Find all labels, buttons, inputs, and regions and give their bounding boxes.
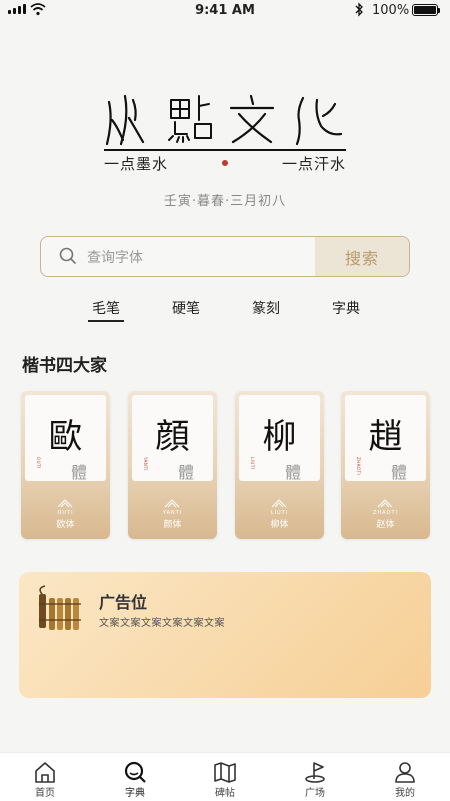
card-zhao[interactable]: 趙 ZHAOTI 體 ZHAOTI 赵体: [341, 391, 430, 539]
card-side-label: OUTI: [36, 457, 41, 469]
card-char: 柳: [262, 417, 297, 457]
bamboo-scroll-icon: [39, 585, 81, 630]
section-title: 楷书四大家: [22, 356, 107, 376]
ad-title: 广告位: [99, 593, 148, 612]
mountain-icon: [57, 499, 73, 508]
card-char: 顔: [155, 417, 190, 457]
search-icon: [59, 247, 77, 265]
status-bar: 9:41 AM 100%: [0, 0, 450, 22]
search-input[interactable]: [85, 237, 309, 276]
tab-brush[interactable]: 毛笔: [66, 296, 146, 324]
card-ti: 體: [178, 463, 195, 482]
card-paper: 歐 OUTI 體: [25, 395, 106, 482]
slogan-dot: [222, 160, 228, 166]
tab-seal[interactable]: 篆刻: [226, 296, 306, 324]
logo-underline: [104, 149, 346, 151]
search-bar: 搜索: [40, 236, 410, 277]
card-pinyin: YANTI: [162, 510, 183, 516]
card-side-label: YANTI: [143, 457, 148, 471]
flag-icon: [305, 762, 325, 783]
nav-label: 字典: [125, 788, 145, 799]
card-name: 柳体: [270, 520, 289, 530]
card-paper: 趙 ZHAOTI 體: [345, 395, 426, 482]
ad-text: 文案文案文案文案文案文案: [99, 618, 225, 629]
nav-label: 首页: [35, 788, 55, 799]
bluetooth-icon: [355, 2, 363, 17]
brand-logo: [105, 94, 343, 146]
card-yan[interactable]: 顔 YANTI 體 YANTI 颜体: [128, 391, 217, 539]
card-side-label: LIUTI: [250, 457, 255, 470]
tab-pen[interactable]: 硬笔: [146, 296, 226, 324]
search-button[interactable]: 搜索: [315, 237, 409, 276]
nav-home[interactable]: 首页: [0, 753, 90, 801]
category-tabs: 毛笔 硬笔 篆刻 字典: [66, 296, 386, 324]
nav-label: 广场: [305, 788, 325, 799]
card-name: 欧体: [56, 520, 75, 530]
card-paper: 顔 YANTI 體: [132, 395, 213, 482]
slogan-left: 一点墨水: [104, 154, 169, 173]
slogan: 一点墨水 一点汗水: [104, 152, 346, 174]
card-side-label: ZHAOTI: [356, 457, 361, 476]
home-icon: [35, 762, 55, 783]
card-name: 颜体: [163, 520, 182, 530]
card-ti: 體: [285, 463, 302, 482]
battery-icon: [412, 4, 440, 16]
nav-dictionary[interactable]: 字典: [90, 753, 180, 801]
lunar-date: 壬寅·暮春·三月初八: [163, 194, 287, 209]
nav-label: 我的: [395, 788, 415, 799]
nav-square[interactable]: 广场: [270, 753, 360, 801]
user-icon: [395, 762, 415, 783]
card-liu[interactable]: 柳 LIUTI 體 LIUTI 柳体: [235, 391, 324, 539]
bottom-nav: 首页 字典 碑帖 广场 我的: [0, 752, 450, 801]
search-icon: [124, 761, 146, 783]
mountain-icon: [164, 499, 180, 508]
mountain-icon: [271, 499, 287, 508]
battery-level: [414, 6, 436, 14]
mountain-icon: [377, 499, 393, 508]
card-char: 歐: [48, 417, 83, 457]
nav-label: 碑帖: [215, 788, 235, 799]
card-ti: 體: [391, 463, 408, 482]
card-name: 赵体: [376, 520, 395, 530]
nav-profile[interactable]: 我的: [360, 753, 450, 801]
slogan-right: 一点汗水: [281, 154, 346, 173]
card-pinyin: LIUTI: [270, 510, 289, 516]
ad-banner[interactable]: 广告位 文案文案文案文案文案文案: [19, 572, 431, 698]
card-ou[interactable]: 歐 OUTI 體 OUTI 欧体: [21, 391, 110, 539]
card-char: 趙: [368, 417, 403, 457]
tab-dictionary[interactable]: 字典: [306, 296, 386, 324]
card-pinyin: ZHAOTI: [373, 510, 398, 516]
card-ti: 體: [71, 463, 88, 482]
card-paper: 柳 LIUTI 體: [239, 395, 320, 482]
map-icon: [214, 762, 236, 783]
battery-percent: 100%: [372, 3, 410, 18]
card-pinyin: OUTI: [57, 510, 74, 516]
calligraphy-cards: 歐 OUTI 體 OUTI 欧体 顔 YANTI 體 YANTI 颜体 柳 LI…: [21, 391, 431, 539]
nav-rubbings[interactable]: 碑帖: [180, 753, 270, 801]
